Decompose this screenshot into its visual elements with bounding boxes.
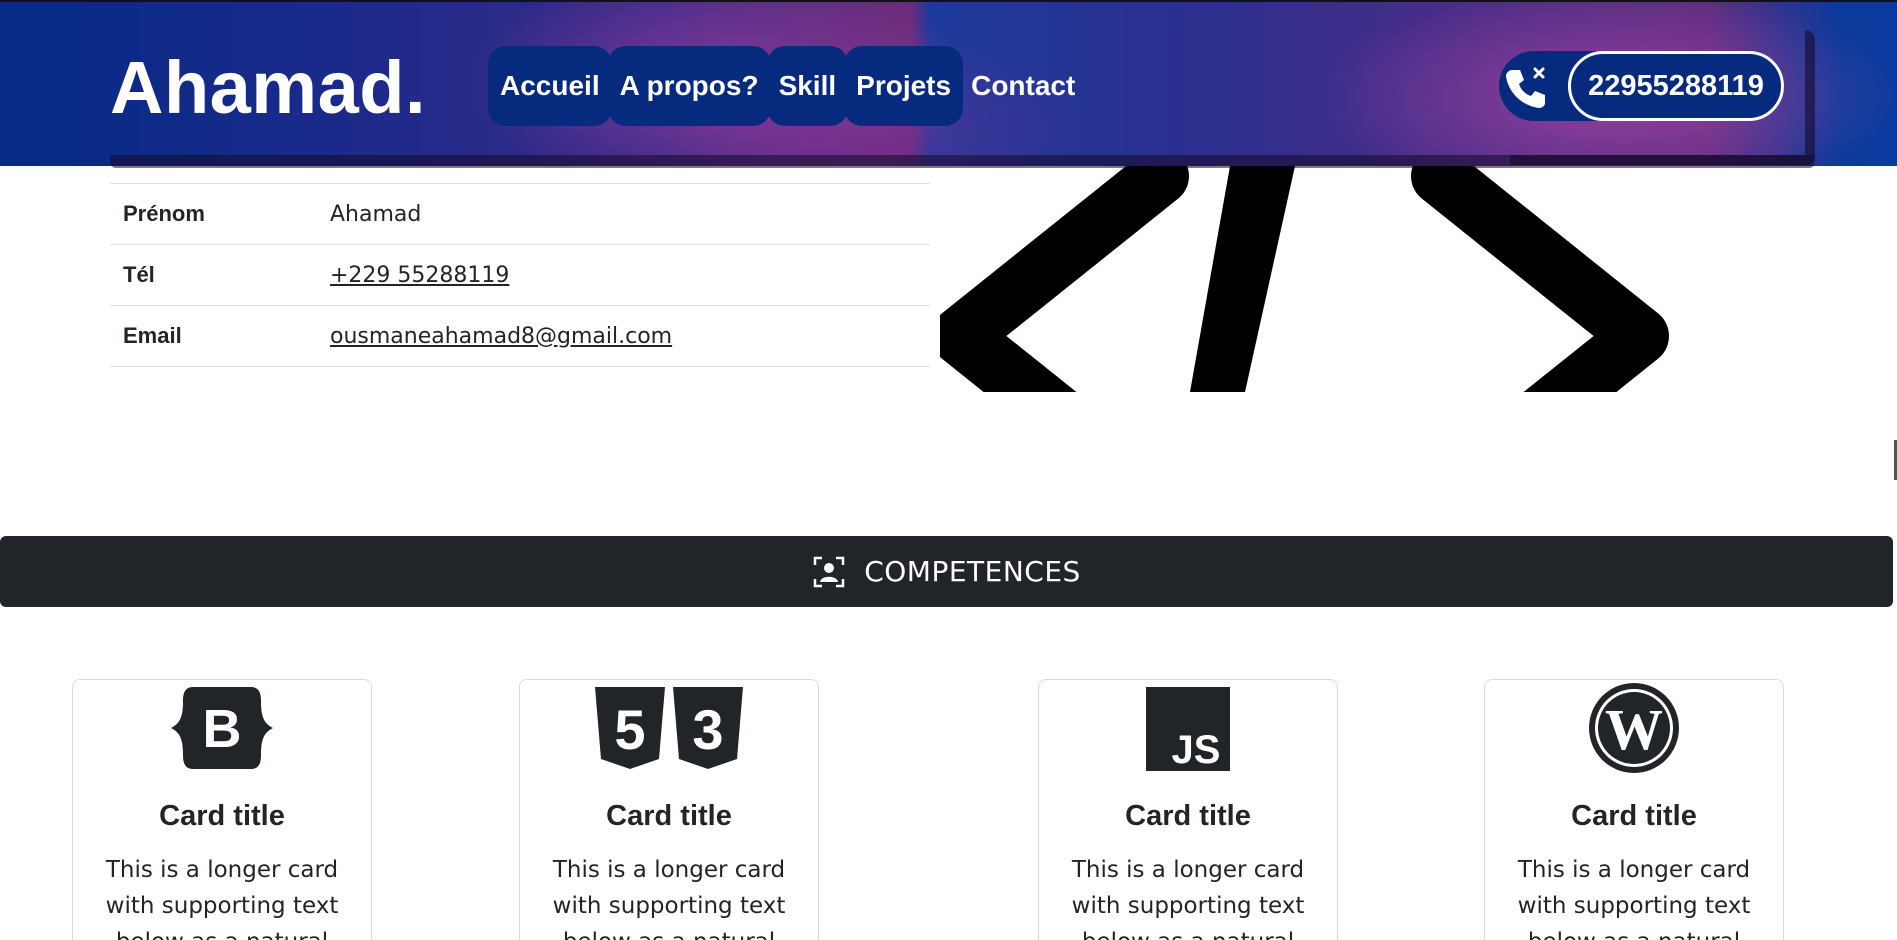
person-badge-icon (813, 556, 845, 587)
code-slash-icon (940, 166, 1669, 392)
info-value-prenom: Ahamad (330, 201, 422, 227)
bootstrap-icon: B (171, 687, 273, 769)
info-key-email: Email (123, 323, 182, 348)
card-title: Card title (606, 800, 732, 832)
svg-text:3: 3 (692, 698, 723, 761)
wordpress-icon: W (1589, 683, 1679, 773)
svg-text:B: B (203, 699, 242, 759)
email-link[interactable]: ousmaneahamad8@gmail.com (330, 324, 672, 349)
svg-text:5: 5 (614, 698, 645, 761)
nav-projets[interactable]: Projets (844, 46, 964, 126)
competences-title: COMPETENCES (864, 555, 1081, 588)
card-title: Card title (159, 800, 285, 832)
nav-contact[interactable]: Contact (959, 46, 1087, 126)
info-key-tel: Tél (123, 262, 155, 287)
card-title: Card title (1125, 800, 1251, 832)
phone-number-button[interactable]: 22955288119 (1568, 51, 1784, 121)
skill-card-wordpress: W Card title This is a longer card with … (1484, 679, 1784, 940)
table-row: Email ousmaneahamad8@gmail.com (110, 306, 930, 367)
main-nav: Accueil A propos? Skill Projets Contact (488, 46, 1083, 126)
svg-text:JS: JS (1172, 728, 1221, 771)
competences-section-header: COMPETENCES (0, 536, 1893, 607)
table-row: Prénom Ahamad (110, 184, 930, 245)
css3-icon: 5 3 (595, 687, 743, 769)
skill-card-css3: 5 3 Card title This is a longer card wit… (519, 679, 819, 940)
svg-text:W: W (1605, 697, 1663, 762)
table-row: Tél +229 55288119 (110, 245, 930, 306)
phone-x-icon (1506, 67, 1545, 108)
card-text: This is a longer card with supporting te… (1517, 857, 1751, 940)
card-text: This is a longer card with supporting te… (105, 857, 339, 940)
card-title: Card title (1571, 800, 1697, 832)
skill-card-javascript: JS Card title This is a longer card with… (1038, 679, 1338, 940)
card-text: This is a longer card with supporting te… (1071, 857, 1305, 940)
info-key-prenom: Prénom (123, 201, 205, 226)
personal-info-table: Prénom Ahamad Tél +229 55288119 Email ou… (110, 183, 930, 367)
site-header: Ahamad. Accueil A propos? Skill Projets … (0, 0, 1897, 168)
javascript-icon: JS (1146, 687, 1230, 771)
nav-skill[interactable]: Skill (766, 46, 849, 126)
nav-accueil[interactable]: Accueil (488, 46, 612, 126)
card-text: This is a longer card with supporting te… (552, 857, 786, 940)
phone-link[interactable]: +229 55288119 (330, 263, 509, 288)
skill-card-bootstrap: B Card title This is a longer card with … (72, 679, 372, 940)
brand-logo[interactable]: Ahamad. (110, 48, 426, 128)
nav-a-propos[interactable]: A propos? (607, 46, 771, 126)
